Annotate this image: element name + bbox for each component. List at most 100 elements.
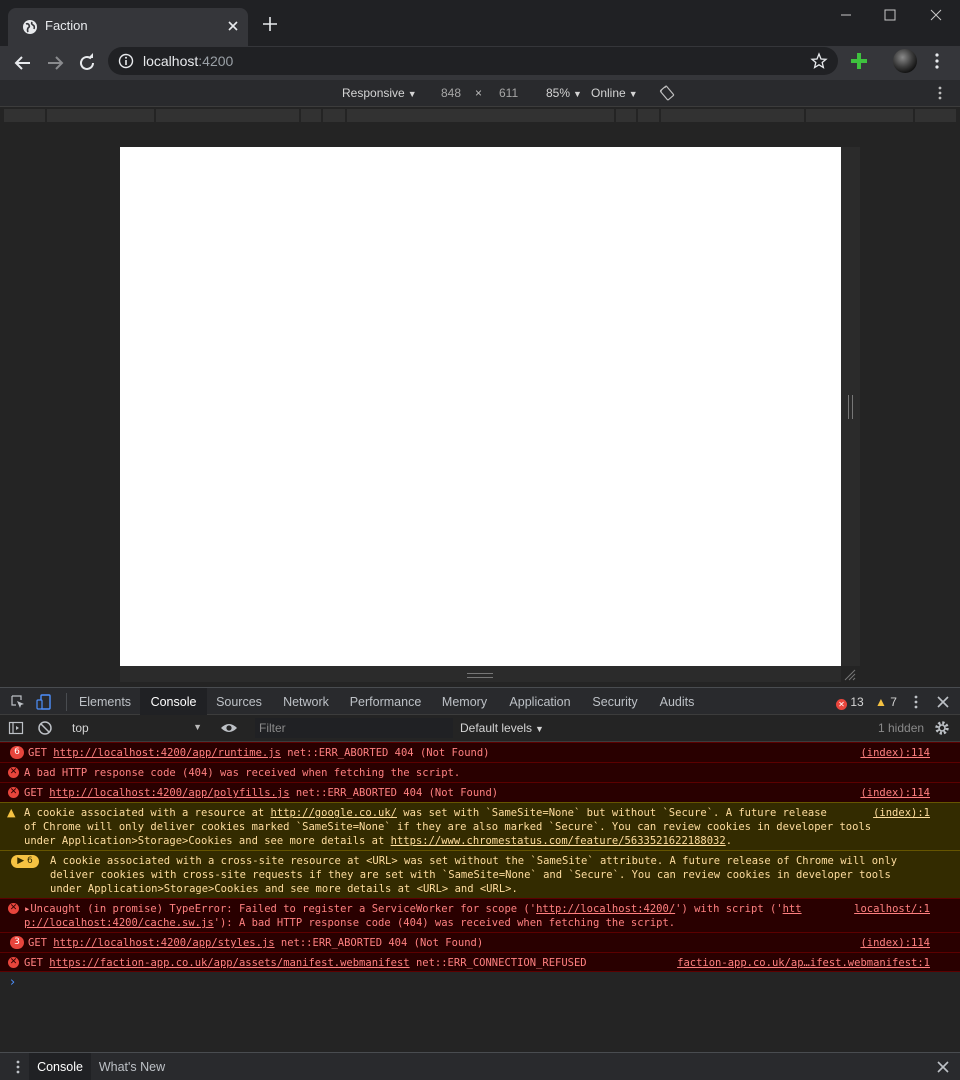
browser-tab[interactable]: Faction [8, 8, 248, 46]
console-message-error[interactable]: ✕ ▸Uncaught (in promise) TypeError: Fail… [0, 898, 960, 932]
caret-down-icon: ▼ [407, 89, 417, 99]
message-link[interactable]: http://localhost:4200/ [536, 903, 675, 915]
kebab-menu-icon[interactable] [10, 1059, 26, 1075]
message-link[interactable]: p://localhost:4200/cache.sw.js [24, 917, 214, 929]
message-source-link[interactable]: (index):114 [860, 746, 930, 760]
media-query-segment[interactable] [47, 109, 154, 122]
message-link[interactable]: https://faction-app.co.uk/app/assets/man… [49, 957, 409, 969]
drawer-tab-console[interactable]: Console [29, 1053, 91, 1080]
kebab-menu-icon[interactable] [932, 85, 948, 101]
message-text: GET http://localhost:4200/app/runtime.js… [28, 746, 490, 760]
error-icon: ✕ [8, 903, 19, 914]
log-levels-dropdown[interactable]: Default levels ▼ [460, 721, 544, 735]
media-query-segment[interactable] [156, 109, 299, 122]
device-mode-dropdown[interactable]: Responsive ▼ [342, 86, 417, 100]
device-toggle-icon[interactable] [36, 694, 52, 710]
message-part: GET [24, 787, 50, 799]
repeat-count: 6 [27, 856, 33, 866]
console-message-warning[interactable]: ▲ A cookie associated with a resource at… [0, 802, 960, 850]
caret-down-icon: ▼ [573, 89, 582, 99]
console-message-warning[interactable]: ▶ 6 A cookie associated with a cross-sit… [0, 850, 960, 898]
resize-corner-icon[interactable] [841, 666, 857, 682]
console-message-error[interactable]: ✕ GET http://localhost:4200/app/polyfill… [0, 782, 960, 802]
tab-sources[interactable]: Sources [207, 688, 271, 715]
console-message-error[interactable]: ✕ GET https://faction-app.co.uk/app/asse… [0, 952, 960, 972]
media-query-segment[interactable] [915, 109, 956, 122]
filter-input[interactable] [255, 718, 453, 738]
message-text: GET http://localhost:4200/app/polyfills.… [24, 786, 498, 800]
address-url[interactable]: localhost:4200 [143, 53, 233, 69]
tab-elements[interactable]: Elements [70, 688, 140, 715]
back-arrow-icon[interactable] [11, 51, 35, 75]
message-source-link[interactable]: localhost/:1 [854, 902, 930, 916]
close-icon[interactable] [224, 17, 242, 35]
clear-console-icon[interactable] [37, 720, 53, 736]
message-source-link[interactable]: (index):1 [873, 806, 930, 820]
tab-network[interactable]: Network [271, 688, 341, 715]
message-link[interactable]: http://google.co.uk/ [271, 807, 397, 819]
message-source-link[interactable]: faction-app.co.uk/ap…ifest.webmanifest:1 [677, 956, 930, 970]
context-selector[interactable]: top ▼ [66, 719, 206, 737]
tab-security[interactable]: Security [581, 688, 649, 715]
device-height-input[interactable]: 611 [499, 86, 518, 100]
media-query-segment[interactable] [4, 109, 45, 122]
message-link[interactable]: htt [783, 903, 802, 915]
console-prompt[interactable]: › [10, 975, 15, 990]
drawer-tab-whats-new[interactable]: What's New [93, 1053, 171, 1080]
page-viewport[interactable] [120, 147, 841, 666]
console-message-error[interactable]: 3 GET http://localhost:4200/app/styles.j… [0, 932, 960, 952]
media-query-segment[interactable] [347, 109, 614, 122]
resize-grip-bottom-icon[interactable] [467, 673, 493, 678]
console-message-error[interactable]: ✕ A bad HTTP response code (404) was rec… [0, 762, 960, 782]
resize-grip-right-icon[interactable] [848, 395, 853, 419]
message-link[interactable]: http://localhost:4200/app/styles.js [53, 937, 274, 949]
maximize-icon[interactable] [867, 0, 913, 30]
zoom-dropdown[interactable]: 85% ▼ [546, 86, 582, 100]
caret-down-icon: ▼ [628, 89, 638, 99]
address-bar[interactable]: localhost:4200 [108, 47, 838, 75]
avatar[interactable] [893, 49, 917, 73]
kebab-menu-icon[interactable] [908, 694, 924, 710]
eye-icon[interactable] [220, 720, 238, 736]
issue-counts[interactable]: ✕ 13 ▲ 7 [836, 695, 897, 710]
media-query-segment[interactable] [616, 109, 636, 122]
media-query-segment[interactable] [301, 109, 321, 122]
sidebar-toggle-icon[interactable] [8, 720, 24, 736]
media-query-segment[interactable] [638, 109, 659, 122]
info-icon[interactable] [118, 53, 134, 69]
message-text: A cookie associated with a cross-site re… [50, 855, 898, 867]
close-icon[interactable] [935, 694, 951, 710]
media-query-segment[interactable] [806, 109, 913, 122]
message-link[interactable]: http://localhost:4200/app/runtime.js [53, 747, 281, 759]
network-throttle-dropdown[interactable]: Online ▼ [591, 86, 638, 100]
gear-icon[interactable] [934, 720, 950, 736]
log-levels-label: Default levels [460, 721, 533, 735]
message-link[interactable]: https://www.chromestatus.com/feature/563… [391, 835, 726, 847]
star-icon[interactable] [810, 52, 828, 70]
minimize-icon[interactable] [823, 0, 869, 30]
message-source-link[interactable]: (index):114 [860, 936, 930, 950]
media-query-segment[interactable] [661, 109, 804, 122]
tab-audits[interactable]: Audits [649, 688, 705, 715]
media-query-bar[interactable] [0, 107, 960, 125]
message-source-link[interactable]: (index):114 [860, 786, 930, 800]
close-icon[interactable] [935, 1059, 951, 1075]
message-link[interactable]: http://localhost:4200/app/polyfills.js [49, 787, 289, 799]
tab-memory[interactable]: Memory [430, 688, 499, 715]
device-width-input[interactable]: 848 [441, 86, 461, 100]
inspect-element-icon[interactable] [10, 694, 26, 710]
forward-arrow-icon[interactable] [43, 51, 67, 75]
tab-application[interactable]: Application [499, 688, 581, 715]
network-label: Online [591, 86, 626, 100]
tab-performance[interactable]: Performance [341, 688, 430, 715]
media-query-segment[interactable] [323, 109, 345, 122]
message-text: deliver cookies with cross-site requests… [50, 869, 891, 881]
kebab-menu-icon[interactable] [928, 52, 946, 70]
reload-icon[interactable] [75, 51, 99, 75]
console-message-error[interactable]: 6 GET http://localhost:4200/app/runtime.… [0, 742, 960, 762]
rotate-icon[interactable] [659, 85, 675, 101]
extension-plus-icon[interactable] [849, 51, 869, 71]
window-close-icon[interactable] [913, 0, 959, 30]
plus-icon[interactable] [261, 15, 279, 33]
tab-console[interactable]: Console [140, 688, 207, 715]
